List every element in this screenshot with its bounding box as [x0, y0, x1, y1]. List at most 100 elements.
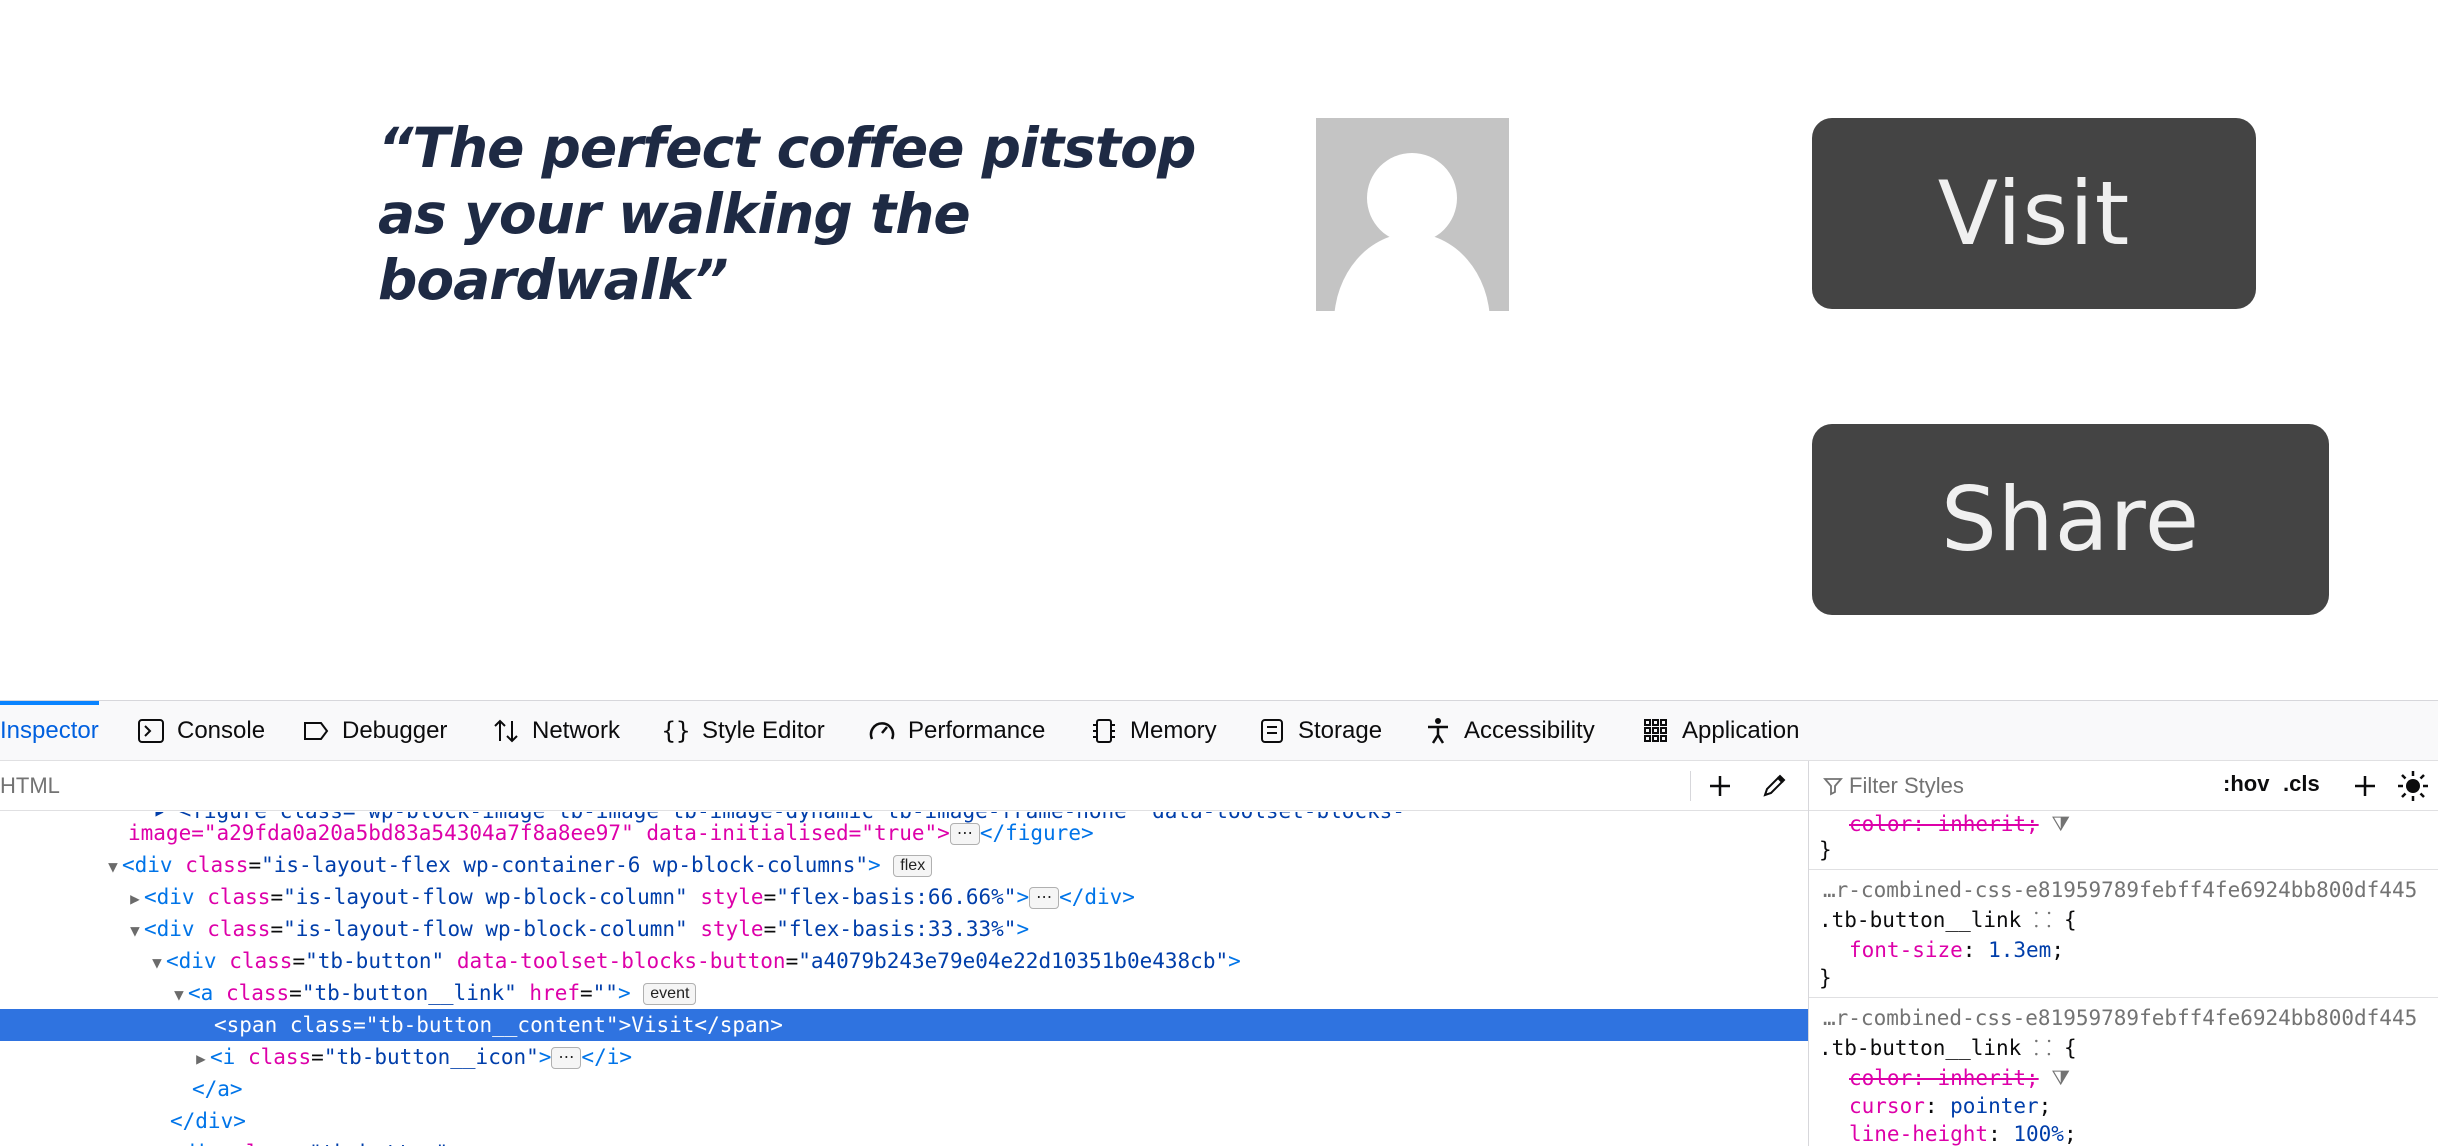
tab-label: Memory	[1130, 717, 1217, 744]
rules-toolbar: Filter Styles :hov .cls	[1809, 761, 2438, 811]
collapsed-badge[interactable]: ⋯	[949, 823, 980, 845]
toolbar-divider	[1690, 771, 1691, 801]
expand-toggle-icon[interactable]: ▼	[170, 979, 188, 1011]
visit-button[interactable]: Visit	[1812, 118, 2256, 309]
markup-line-div-close[interactable]: </div>	[0, 1105, 1808, 1137]
tab-label: Style Editor	[702, 717, 825, 744]
anchor-close-tag: </a>	[192, 1077, 243, 1101]
attr-name: class	[185, 853, 249, 877]
markup-line-columns[interactable]: ▼ <div class="is-layout-flex wp-container…	[0, 849, 1808, 881]
event-badge[interactable]: event	[643, 983, 697, 1005]
tab-inspector[interactable]: Inspector	[0, 701, 99, 761]
tab-label: Network	[532, 717, 621, 744]
application-icon	[1642, 717, 1670, 745]
markup-line-anchor-close[interactable]: </a>	[0, 1073, 1808, 1105]
attr-name: data-toolset-blocks-button	[456, 949, 786, 973]
markup-line-figure[interactable]: image="a29fda0a20a5bd83a54304a7f8a8ee97"…	[0, 817, 1808, 849]
testimonial-quote: “The perfect coffee pitstop as your walk…	[378, 116, 1196, 312]
collapsed-badge[interactable]: ⋯	[1029, 887, 1060, 909]
tab-label: Performance	[908, 717, 1046, 744]
rule-declaration[interactable]: font-size: 1.3em;	[1849, 935, 2064, 965]
grid-highlight-icon[interactable]: ⸬	[2034, 1036, 2051, 1060]
add-node-icon[interactable]	[1703, 769, 1737, 803]
markup-line-next-partial[interactable]: <div class="tb-button"	[0, 1137, 1808, 1146]
collapsed-badge[interactable]: ⋯	[551, 1047, 582, 1069]
hov-toggle[interactable]: :hov	[2223, 771, 2269, 797]
rule-selector[interactable]: .tb-button__link ⸬ {	[1819, 1033, 2077, 1063]
markup-line-span-selected[interactable]: <span class="tb-button__content">Visit</…	[0, 1009, 1808, 1041]
tab-storage[interactable]: Storage	[1258, 701, 1382, 761]
rule-declaration[interactable]: line-height: 100%;	[1849, 1119, 2077, 1146]
attr-value: "is-layout-flex wp-container-6 wp-block-…	[261, 853, 868, 877]
rule-strike-prop[interactable]: color: inherit; ⧩	[1849, 809, 2070, 839]
rule-selector[interactable]: .tb-button__link ⸬ {	[1819, 905, 2077, 935]
i-close-tag: </i>	[581, 1045, 632, 1069]
add-rule-icon[interactable]	[2351, 772, 2379, 805]
tab-style-editor[interactable]: {} Style Editor	[662, 701, 825, 761]
rule-source-link[interactable]: …r-combined-css-e81959789febff4fe6924bb8…	[1823, 875, 2417, 905]
cls-toggle[interactable]: .cls	[2283, 771, 2320, 797]
html-search-input[interactable]: HTML	[0, 773, 60, 799]
tab-debugger[interactable]: Debugger	[302, 701, 447, 761]
attr-value: "a4079b243e79e04e22d10351b0e438cb"	[798, 949, 1229, 973]
attr-value: "tb-button__link"	[301, 981, 517, 1005]
tab-label: Debugger	[342, 717, 448, 744]
attr-value: "flex-basis:33.33%"	[776, 917, 1017, 941]
eyedropper-icon[interactable]	[1757, 769, 1791, 803]
tab-application[interactable]: Application	[1642, 701, 1799, 761]
markup-line-column-1[interactable]: ▶ <div class="is-layout-flow wp-block-col…	[0, 881, 1808, 913]
debugger-icon	[302, 717, 330, 745]
console-icon	[137, 717, 165, 745]
div-close-tag: </div>	[1059, 885, 1135, 909]
div-open-tag: <div	[122, 853, 173, 877]
property-value[interactable]: 1.3em	[1988, 938, 2051, 962]
property-value[interactable]: pointer	[1950, 1094, 2039, 1118]
tab-accessibility[interactable]: Accessibility	[1424, 701, 1595, 761]
markup-line-icon[interactable]: ▶ <i class="tb-button__icon"> ⋯ </i>	[0, 1041, 1808, 1073]
attr-value: ""	[592, 981, 618, 1005]
expand-toggle-icon[interactable]: ▼	[148, 947, 166, 979]
rule-source-link[interactable]: …r-combined-css-e81959789febff4fe6924bb8…	[1823, 1003, 2417, 1033]
devtools-panel: Inspector Console Debugger Network {} St…	[0, 700, 2438, 1146]
filter-icon: ⧩	[2051, 1066, 2071, 1090]
tab-label: Application	[1682, 717, 1800, 744]
markup-tree[interactable]: ▸ <figure class="wp-block-image tb-image…	[0, 812, 1808, 1146]
flex-badge[interactable]: flex	[893, 855, 933, 877]
light-theme-icon[interactable]	[2397, 770, 2429, 807]
expand-toggle-icon[interactable]: ▼	[104, 851, 122, 883]
filter-icon: ⧩	[2051, 812, 2071, 836]
rule-declaration[interactable]: cursor: pointer;	[1849, 1091, 2051, 1121]
grid-highlight-icon[interactable]: ⸬	[2034, 908, 2051, 932]
tab-network[interactable]: Network	[492, 701, 620, 761]
property-value[interactable]: 100%	[2013, 1122, 2064, 1146]
tab-memory[interactable]: Memory	[1090, 701, 1217, 761]
performance-icon	[868, 717, 896, 745]
avatar-placeholder-image	[1316, 118, 1509, 311]
overridden-declaration: color: inherit;	[1849, 812, 2039, 836]
markup-line-tb-button[interactable]: ▼ <div class="tb-button" data-toolset-blo…	[0, 945, 1808, 977]
style-editor-icon: {}	[661, 717, 691, 745]
expand-toggle-icon[interactable]: ▶	[192, 1043, 210, 1075]
figure-attrs: image="a29fda0a20a5bd83a54304a7f8a8ee97"…	[128, 821, 950, 845]
page-preview: “The perfect coffee pitstop as your walk…	[0, 0, 2438, 700]
attr-value: "tb-button"	[305, 949, 445, 973]
rule-close-brace: }	[1819, 966, 1832, 990]
markup-line-anchor[interactable]: ▼ <a class="tb-button__link" href=""> eve…	[0, 977, 1808, 1009]
share-button[interactable]: Share	[1812, 424, 2329, 615]
div-close-tag: </div>	[170, 1109, 246, 1133]
attr-value: "is-layout-flow wp-block-column"	[283, 885, 688, 909]
property-name: cursor	[1849, 1094, 1925, 1118]
expand-toggle-icon[interactable]: ▼	[126, 915, 144, 947]
expand-toggle-icon[interactable]: ▶	[126, 883, 144, 915]
filter-styles-input[interactable]: Filter Styles	[1849, 773, 1964, 799]
selector-text: .tb-button__link	[1819, 908, 2022, 932]
tab-performance[interactable]: Performance	[868, 701, 1045, 761]
network-icon	[492, 717, 520, 745]
rule-declaration[interactable]: color: inherit; ⧩	[1849, 1063, 2070, 1093]
memory-icon	[1090, 717, 1118, 745]
filter-icon	[1823, 776, 1843, 801]
markup-line-column-2[interactable]: ▼ <div class="is-layout-flow wp-block-col…	[0, 913, 1808, 945]
overridden-declaration: color: inherit;	[1849, 1066, 2039, 1090]
tab-label: Console	[177, 717, 266, 744]
tab-console[interactable]: Console	[137, 701, 265, 761]
